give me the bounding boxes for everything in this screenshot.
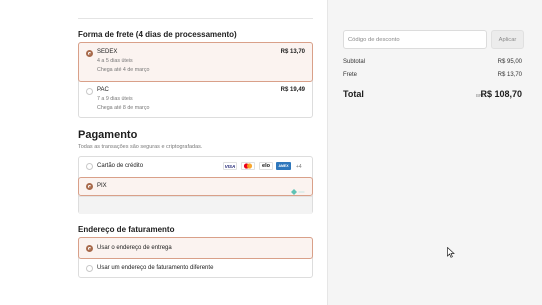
more-cards-count: +4 <box>296 164 302 170</box>
shipping-arrival: Chega até 8 de março <box>97 105 150 111</box>
payment-option-credit-card[interactable]: Cartão de crédito VISA elo AMEX +4 <box>79 157 312 177</box>
shipping-name: PAC <box>97 87 109 93</box>
shipping-price: R$ 19,49 <box>280 87 305 93</box>
discount-code-input[interactable] <box>343 30 487 49</box>
apply-discount-button[interactable]: Aplicar <box>491 30 524 49</box>
shipping-cost-label: Frete <box>343 72 358 78</box>
total-label: Total <box>343 89 364 99</box>
shipping-title: Forma de frete (4 dias de processamento) <box>78 30 237 39</box>
radio-billing-different[interactable] <box>86 265 93 272</box>
shipping-days: 7 a 9 dias úteis <box>97 96 133 102</box>
shipping-price: R$ 13,70 <box>280 49 305 55</box>
payment-label: PIX <box>97 183 107 189</box>
mouse-cursor-icon <box>447 245 455 258</box>
billing-title: Endereço de faturamento <box>78 225 175 234</box>
shipping-name: SEDEX <box>97 49 118 55</box>
radio-sedex[interactable] <box>86 50 93 57</box>
payment-title: Pagamento <box>78 129 138 141</box>
pix-details-panel <box>79 196 312 214</box>
radio-pac[interactable] <box>86 88 93 95</box>
visa-icon: VISA <box>223 162 237 170</box>
radio-pix[interactable] <box>86 183 93 190</box>
radio-billing-same[interactable] <box>86 245 93 252</box>
billing-option-different[interactable]: Usar um endereço de faturamento diferent… <box>79 259 312 278</box>
billing-label: Usar o endereço de entrega <box>97 245 172 251</box>
subtotal-value: R$ 95,00 <box>497 59 522 65</box>
shipping-arrival: Chega até 4 de março <box>97 67 150 73</box>
payment-label: Cartão de crédito <box>97 163 144 169</box>
amex-icon: AMEX <box>276 162 291 170</box>
shipping-days: 4 a 5 dias úteis <box>97 58 133 64</box>
shipping-options: SEDEX 4 a 5 dias úteis Chega até 4 de ma… <box>78 42 313 118</box>
billing-option-same[interactable]: Usar o endereço de entrega <box>78 237 313 259</box>
payment-options: Cartão de crédito VISA elo AMEX +4 PIX <box>78 156 313 214</box>
shipping-cost-value: R$ 13,70 <box>497 72 522 78</box>
radio-credit-card[interactable] <box>86 163 93 170</box>
mastercard-icon <box>241 162 255 170</box>
shipping-option-sedex[interactable]: SEDEX 4 a 5 dias úteis Chega até 4 de ma… <box>78 42 313 82</box>
billing-options: Usar o endereço de entrega Usar um ender… <box>78 237 313 278</box>
subtotal-row: Subtotal R$ 95,00 <box>343 59 522 65</box>
elo-icon: elo <box>259 162 273 170</box>
payment-option-pix[interactable]: PIX <box>78 177 313 196</box>
shipping-option-pac[interactable]: PAC 7 a 9 dias úteis Chega até 8 de març… <box>79 82 312 118</box>
checkout-form: Forma de frete (4 dias de processamento)… <box>0 0 327 305</box>
shipping-row: Frete R$ 13,70 <box>343 72 522 78</box>
total-value: R$ 108,70 <box>480 89 522 99</box>
divider <box>78 18 313 19</box>
subtotal-label: Subtotal <box>343 59 366 65</box>
payment-subtitle: Todas as transações são seguras e cripto… <box>78 144 203 150</box>
billing-label: Usar um endereço de faturamento diferent… <box>97 265 214 271</box>
